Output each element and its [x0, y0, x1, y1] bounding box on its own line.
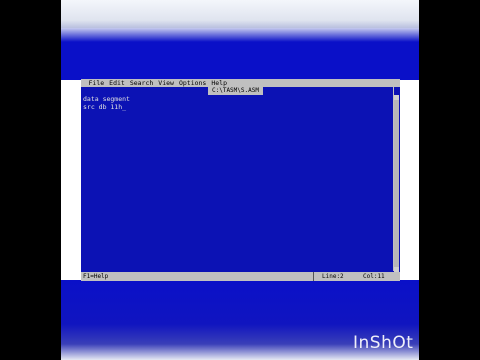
status-line-number: Line:2 — [322, 273, 344, 280]
code-line-2-text: src db 11h — [83, 103, 123, 111]
status-help[interactable]: F1=Help — [83, 272, 108, 281]
mid-band — [61, 28, 419, 80]
menu-edit[interactable]: Edit — [107, 79, 128, 87]
code-line-1: data segment — [83, 95, 130, 103]
menu-options[interactable]: Options — [176, 79, 208, 87]
status-bar: F1=Help Line:2 Col:11 — [81, 272, 400, 281]
scroll-up-arrow[interactable] — [394, 95, 399, 100]
inshot-watermark: InShOt — [353, 333, 414, 353]
code-line-2: src db 11h_ — [83, 103, 126, 111]
menu-help[interactable]: Help — [209, 79, 230, 87]
status-column-number: Col:11 — [363, 273, 385, 280]
menu-search[interactable]: Search — [127, 79, 155, 87]
menu-file[interactable]: File — [86, 79, 107, 87]
text-area[interactable]: data segment src db 11h_ — [82, 87, 394, 271]
vertical-scrollbar[interactable] — [394, 95, 399, 272]
file-title: C:\TASM\S.ASM — [208, 87, 263, 95]
status-divider — [313, 272, 314, 281]
dos-editor-window: File Edit Search View Options Help data segme… — [81, 79, 400, 281]
menu-bar: File Edit Search View Options Help — [81, 79, 400, 87]
text-cursor: _ — [122, 103, 127, 111]
menu-view[interactable]: View — [156, 79, 177, 87]
video-frame: File Edit Search View Options Help data segme… — [61, 0, 419, 360]
